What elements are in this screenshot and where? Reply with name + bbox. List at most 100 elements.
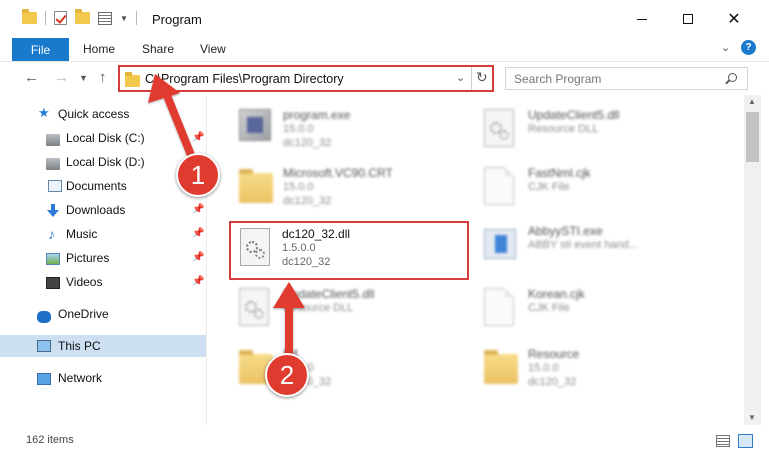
up-arrow-icon[interactable]: ↑ — [99, 69, 107, 86]
tab-view[interactable]: View — [200, 42, 226, 56]
address-divider — [471, 67, 472, 90]
file-name: AbbyySTI.exe — [528, 224, 603, 238]
sidebar-item-label: Local Disk (D:) — [66, 155, 145, 169]
sidebar-item-local-disk-c[interactable]: Local Disk (C:) 📌 — [0, 127, 206, 149]
tab-file[interactable]: File — [12, 38, 69, 61]
sidebar-item-this-pc[interactable]: This PC — [0, 335, 206, 357]
file-detail: 15.0.0 — [283, 123, 314, 135]
pin-icon[interactable]: 📌 — [192, 204, 204, 215]
recent-locations-chevron-icon[interactable]: ▼ — [79, 73, 88, 83]
file-detail: dc120_32 — [528, 376, 577, 388]
music-icon: ♪ — [48, 226, 55, 242]
file-name: UpdateClient5.dll — [283, 287, 375, 301]
large-icons-view-icon[interactable] — [738, 434, 753, 448]
file-icon — [484, 167, 514, 205]
file-detail: CJK File — [528, 302, 570, 314]
pin-icon[interactable]: 📌 — [192, 132, 204, 143]
new-folder-icon[interactable] — [75, 9, 90, 24]
file-detail: Resource DLL — [528, 123, 599, 135]
file-detail: CJK File — [528, 181, 570, 193]
address-dropdown-icon[interactable]: ⌄ — [456, 71, 465, 84]
file-name: UpdateClient5.dll — [528, 108, 620, 122]
forward-arrow-icon[interactable]: → — [54, 69, 69, 86]
ribbon-tabs: File Home Share View ⌄ ? — [0, 38, 769, 61]
sidebar-item-label: Documents — [66, 179, 127, 193]
sidebar-item-label: Videos — [66, 275, 103, 289]
refresh-icon[interactable]: ↻ — [476, 69, 488, 86]
sidebar-item-pictures[interactable]: Pictures 📌 — [0, 247, 206, 269]
sidebar-item-videos[interactable]: Videos 📌 — [0, 271, 206, 293]
pin-icon[interactable]: 📌 — [192, 276, 204, 287]
folder-icon — [239, 169, 273, 203]
item-count: 162 items — [26, 434, 74, 446]
sidebar-item-music[interactable]: ♪ Music 📌 — [0, 223, 206, 245]
file-item-abbyysti-exe[interactable]: AbbyySTI.exe ABBY sti event hand... — [484, 219, 724, 277]
file-item-updateclient5-dll-2[interactable]: UpdateClient5.dll Resource DLL — [239, 282, 479, 340]
maximize-button[interactable] — [665, 0, 711, 38]
back-arrow-icon[interactable]: ← — [24, 69, 39, 86]
file-name: Microsoft.VC90.CRT — [283, 166, 393, 180]
sidebar-item-label: This PC — [58, 339, 101, 353]
dll-icon — [484, 109, 514, 147]
search-icon[interactable] — [728, 73, 737, 82]
scroll-up-icon[interactable]: ▲ — [748, 97, 756, 106]
navigation-pane: ★ Quick access Local Disk (C:) 📌 Local D… — [0, 95, 206, 425]
chevron-down-icon[interactable]: ▼ — [120, 14, 128, 23]
window-title: Program — [152, 12, 202, 27]
customize-toolbar-icon[interactable] — [98, 11, 112, 25]
sidebar-item-quick-access[interactable]: ★ Quick access — [0, 103, 206, 125]
tab-home[interactable]: Home — [83, 42, 115, 56]
file-item-updateclient5-dll[interactable]: UpdateClient5.dll Resource DLL — [484, 103, 724, 161]
file-detail: 15.0.0 — [283, 181, 314, 193]
exe-icon — [239, 109, 271, 141]
download-icon — [47, 204, 61, 217]
sidebar-item-onedrive[interactable]: OneDrive — [0, 303, 206, 325]
file-item-resource[interactable]: Resource 15.0.0 dc120_32 — [484, 342, 724, 400]
file-item-korean-cjk[interactable]: Korean.cjk CJK File — [484, 282, 724, 340]
search-box[interactable]: Search Program — [505, 67, 748, 90]
toolbar-separator — [45, 11, 46, 25]
step-badge-2: 2 — [265, 353, 309, 397]
quick-access-toolbar: ▼ — [22, 9, 137, 25]
close-button[interactable]: ✕ — [711, 0, 757, 38]
scroll-down-icon[interactable]: ▼ — [748, 413, 756, 422]
sidebar-item-local-disk-d[interactable]: Local Disk (D:) — [0, 151, 206, 173]
tab-share[interactable]: Share — [142, 42, 174, 56]
properties-check-icon[interactable] — [54, 11, 67, 25]
sidebar-item-network[interactable]: Network — [0, 367, 206, 389]
file-name: FastNml.cjk — [528, 166, 591, 180]
minimize-button[interactable] — [619, 0, 665, 38]
file-detail: dc120_32 — [283, 137, 332, 149]
pin-icon[interactable]: 📌 — [192, 252, 204, 263]
toolbar-separator — [135, 11, 137, 25]
sidebar-item-documents[interactable]: Documents 📌 — [0, 175, 206, 197]
sidebar-item-downloads[interactable]: Downloads 📌 — [0, 199, 206, 221]
close-icon: ✕ — [727, 11, 741, 28]
sidebar-item-label: Downloads — [66, 203, 126, 217]
file-detail: 1.5.0.0 — [282, 242, 316, 254]
file-item-program-exe[interactable]: program.exe 15.0.0 dc120_32 — [239, 103, 479, 161]
search-input[interactable]: Search Program — [514, 72, 601, 86]
file-item-fastnml-cjk[interactable]: FastNml.cjk CJK File — [484, 161, 724, 219]
address-path[interactable]: C:\Program Files\Program Directory — [145, 72, 344, 86]
folder-icon[interactable] — [22, 9, 37, 24]
status-bar: 162 items — [0, 425, 769, 470]
file-name: Resource — [528, 347, 580, 361]
file-item-dc120-32-dll[interactable]: dc120_32.dll 1.5.0.0 dc120_32 — [236, 222, 476, 280]
computer-icon — [37, 340, 51, 352]
file-detail: dc120_32 — [282, 256, 331, 268]
star-icon: ★ — [38, 105, 50, 120]
file-name: program.exe — [283, 108, 351, 122]
scrollbar-thumb[interactable] — [746, 112, 759, 162]
expand-ribbon-chevron-icon[interactable]: ⌄ — [721, 41, 730, 54]
pin-icon[interactable]: 📌 — [192, 228, 204, 239]
vertical-scrollbar[interactable]: ▲ ▼ — [744, 95, 761, 425]
drive-icon — [46, 134, 60, 146]
help-icon[interactable]: ? — [741, 40, 756, 55]
file-icon — [484, 288, 514, 326]
details-view-icon[interactable] — [716, 435, 730, 447]
folder-icon — [484, 350, 518, 384]
file-item-microsoft-vc90-crt[interactable]: Microsoft.VC90.CRT 15.0.0 dc120_32 — [239, 161, 479, 219]
address-bar[interactable]: C:\Program Files\Program Directory ⌄ ↻ — [118, 65, 494, 92]
pictures-icon — [46, 253, 60, 265]
